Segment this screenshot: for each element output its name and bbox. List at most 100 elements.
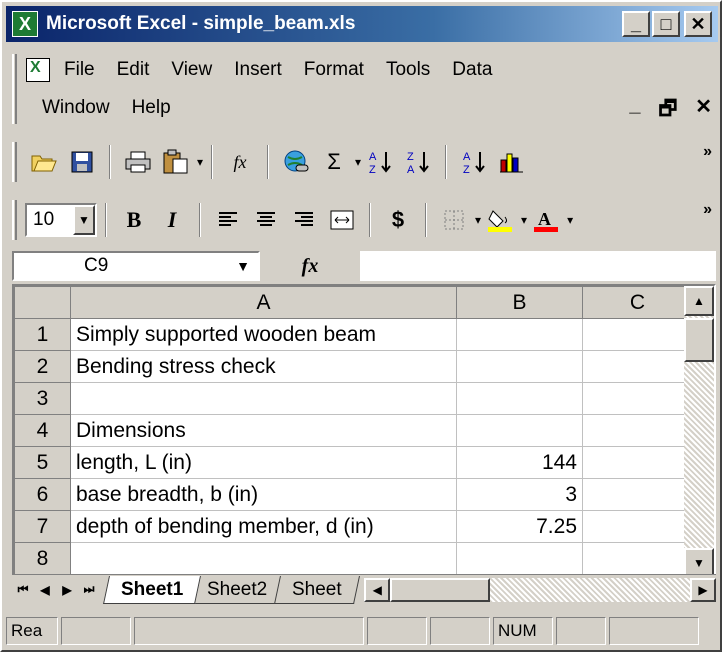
- toolbar-options-icon[interactable]: »: [703, 202, 712, 218]
- row-header[interactable]: 6: [14, 478, 71, 511]
- row-header[interactable]: 4: [14, 414, 71, 447]
- borders-icon[interactable]: [437, 203, 471, 237]
- horizontal-scrollbar[interactable]: ◀ ▶: [364, 577, 716, 602]
- currency-button[interactable]: $: [381, 203, 415, 237]
- sort-descending-icon[interactable]: ZA: [401, 145, 435, 179]
- tab-sheet2[interactable]: Sheet2: [189, 575, 286, 604]
- cell-a1[interactable]: Simply supported wooden beam: [70, 318, 457, 351]
- menu-edit[interactable]: Edit: [117, 59, 150, 81]
- cell-a5[interactable]: length, L (in): [70, 446, 457, 479]
- scroll-track[interactable]: [490, 577, 690, 602]
- close-button[interactable]: ✕: [684, 11, 712, 37]
- scroll-up-icon[interactable]: ▲: [684, 286, 714, 316]
- cell-c5[interactable]: [582, 446, 693, 479]
- cell-c4[interactable]: [582, 414, 693, 447]
- last-sheet-icon[interactable]: ⏭: [78, 582, 100, 597]
- size-grip[interactable]: [609, 617, 699, 645]
- excel-app-icon[interactable]: X: [12, 11, 38, 37]
- menu-insert[interactable]: Insert: [234, 59, 282, 81]
- toolbar-grip[interactable]: [12, 200, 17, 240]
- font-size-select[interactable]: 10 ▼: [25, 203, 97, 237]
- column-header-a[interactable]: A: [70, 286, 457, 319]
- column-header-b[interactable]: B: [456, 286, 583, 319]
- row-header[interactable]: 2: [14, 350, 71, 383]
- formula-input[interactable]: [360, 251, 716, 281]
- title-bar[interactable]: X Microsoft Excel - simple_beam.xls _ □ …: [6, 6, 718, 42]
- cell-c6[interactable]: [582, 478, 693, 511]
- cell-a6[interactable]: base breadth, b (in): [70, 478, 457, 511]
- paste-icon[interactable]: [159, 145, 193, 179]
- chevron-down-icon[interactable]: ▼: [236, 258, 250, 274]
- vertical-scrollbar[interactable]: ▲ ▼: [684, 286, 714, 578]
- autosum-dropdown-icon[interactable]: ▾: [355, 155, 361, 169]
- row-header[interactable]: 3: [14, 382, 71, 415]
- row-header[interactable]: 7: [14, 510, 71, 543]
- row-header[interactable]: 5: [14, 446, 71, 479]
- workbook-close-button[interactable]: ✕: [695, 94, 712, 128]
- workbook-minimize-button[interactable]: _: [629, 94, 640, 128]
- align-center-icon[interactable]: [249, 203, 283, 237]
- fill-color-dropdown-icon[interactable]: ▾: [521, 213, 527, 227]
- name-box[interactable]: C9 ▼: [12, 251, 260, 281]
- menu-file[interactable]: File: [64, 59, 95, 81]
- cell-b2[interactable]: [456, 350, 583, 383]
- chart-icon[interactable]: [495, 145, 529, 179]
- cell-b6[interactable]: 3: [456, 478, 583, 511]
- scroll-thumb[interactable]: [390, 577, 491, 602]
- menu-window[interactable]: Window: [42, 97, 110, 119]
- merge-center-icon[interactable]: [325, 203, 359, 237]
- align-left-icon[interactable]: [211, 203, 245, 237]
- cell-c1[interactable]: [582, 318, 693, 351]
- save-icon[interactable]: [65, 145, 99, 179]
- hyperlink-icon[interactable]: [279, 145, 313, 179]
- cell-b1[interactable]: [456, 318, 583, 351]
- cell-b7[interactable]: 7.25: [456, 510, 583, 543]
- column-header-c[interactable]: C: [582, 286, 693, 319]
- cell-b4[interactable]: [456, 414, 583, 447]
- cell-b3[interactable]: [456, 382, 583, 415]
- prev-sheet-icon[interactable]: ◀: [34, 583, 56, 597]
- next-sheet-icon[interactable]: ▶: [56, 583, 78, 597]
- insert-function-icon[interactable]: fx: [260, 255, 360, 278]
- menu-data[interactable]: Data: [452, 59, 492, 81]
- cell-b5[interactable]: 144: [456, 446, 583, 479]
- menu-tools[interactable]: Tools: [386, 59, 430, 81]
- menu-format[interactable]: Format: [304, 59, 364, 81]
- sort-ascending-icon[interactable]: AZ: [363, 145, 397, 179]
- workbook-icon[interactable]: [26, 58, 50, 82]
- font-color-dropdown-icon[interactable]: ▾: [567, 213, 573, 227]
- cell-a8[interactable]: [70, 542, 457, 575]
- paste-dropdown-icon[interactable]: ▾: [197, 155, 203, 169]
- toolbar-grip[interactable]: [12, 142, 17, 182]
- bold-button[interactable]: B: [117, 203, 151, 237]
- chevron-down-icon[interactable]: ▼: [73, 205, 95, 235]
- autosum-icon[interactable]: Σ: [317, 145, 351, 179]
- maximize-button[interactable]: □: [652, 11, 680, 37]
- sort-icon[interactable]: AZ: [457, 145, 491, 179]
- cell-a7[interactable]: depth of bending member, d (in): [70, 510, 457, 543]
- menu-help[interactable]: Help: [132, 97, 171, 119]
- cell-a4[interactable]: Dimensions: [70, 414, 457, 447]
- row-header[interactable]: 1: [14, 318, 71, 351]
- cell-a2[interactable]: Bending stress check: [70, 350, 457, 383]
- cell-c3[interactable]: [582, 382, 693, 415]
- minimize-button[interactable]: _: [622, 11, 650, 37]
- cell-c7[interactable]: [582, 510, 693, 543]
- italic-button[interactable]: I: [155, 203, 189, 237]
- cell-c8[interactable]: [582, 542, 693, 575]
- font-color-icon[interactable]: A: [529, 203, 563, 237]
- scroll-right-icon[interactable]: ▶: [690, 577, 716, 602]
- tab-sheet3[interactable]: Sheet: [273, 575, 360, 604]
- cell-a3[interactable]: [70, 382, 457, 415]
- function-icon[interactable]: fx: [223, 145, 257, 179]
- toolbar-options-icon[interactable]: »: [703, 144, 712, 160]
- cell-c2[interactable]: [582, 350, 693, 383]
- workbook-restore-button[interactable]: 🗗: [658, 94, 677, 128]
- borders-dropdown-icon[interactable]: ▾: [475, 213, 481, 227]
- print-icon[interactable]: [121, 145, 155, 179]
- open-icon[interactable]: [27, 145, 61, 179]
- menu-view[interactable]: View: [171, 59, 212, 81]
- menu-grip[interactable]: [12, 54, 17, 124]
- fill-color-icon[interactable]: [483, 203, 517, 237]
- first-sheet-icon[interactable]: ⏮: [12, 582, 34, 597]
